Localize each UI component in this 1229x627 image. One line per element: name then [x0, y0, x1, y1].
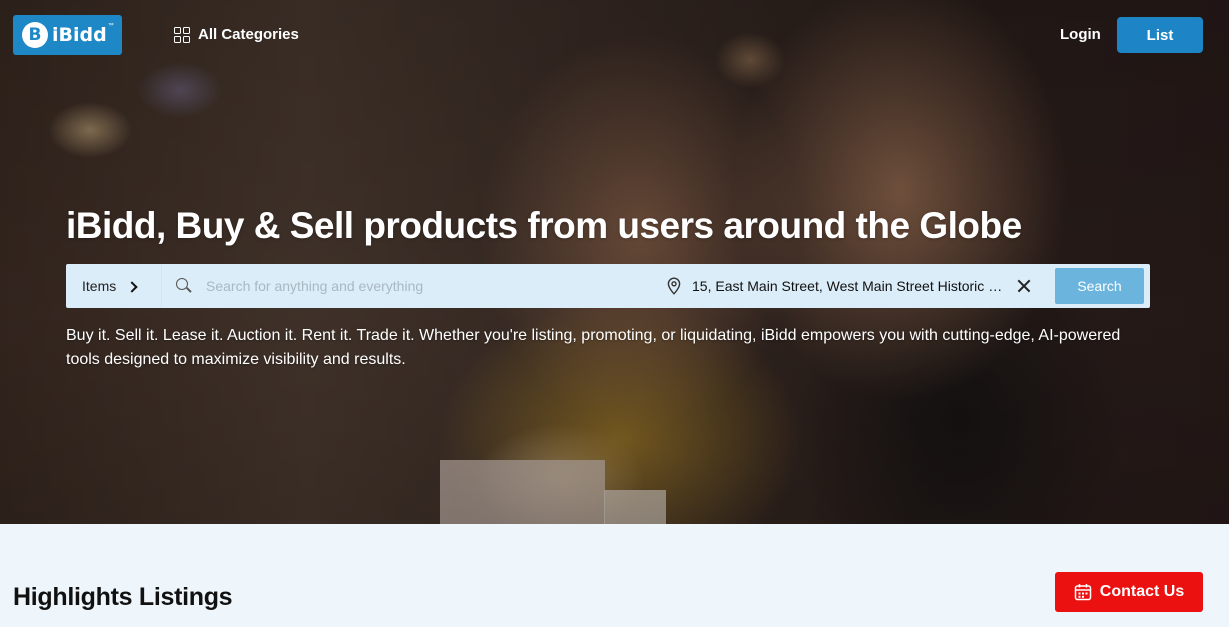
- highlights-listings-title: Highlights Listings: [13, 583, 233, 611]
- location-value: 15, East Main Street, West Main Street H…: [692, 278, 1004, 294]
- search-bar: Items 15, East Main Street, West Main St…: [66, 264, 1150, 308]
- all-categories-button[interactable]: All Categories: [174, 26, 299, 43]
- grid-icon: [174, 26, 190, 43]
- all-categories-label: All Categories: [198, 26, 299, 43]
- hero-overlay: [0, 0, 1229, 524]
- hero-banner: [0, 0, 1229, 524]
- login-link[interactable]: Login: [1060, 26, 1101, 43]
- close-icon[interactable]: [1014, 276, 1034, 296]
- list-button[interactable]: List: [1117, 17, 1203, 53]
- hero-tagline: Buy it. Sell it. Lease it. Auction it. R…: [66, 327, 1121, 368]
- calendar-icon: [1074, 584, 1092, 601]
- contact-us-label: Contact Us: [1099, 583, 1185, 600]
- search-icon: [176, 278, 192, 294]
- search-button[interactable]: Search: [1055, 268, 1144, 304]
- location-pin-icon: [667, 277, 681, 295]
- category-label: Items: [82, 278, 117, 294]
- search-input[interactable]: [206, 278, 646, 294]
- logo-badge-icon: B: [22, 22, 48, 48]
- logo-trademark: ™: [107, 23, 114, 29]
- hero-headline: iBidd, Buy & Sell products from users ar…: [66, 205, 1022, 246]
- chevron-right-icon: [126, 280, 138, 293]
- category-selector[interactable]: Items: [66, 264, 162, 308]
- logo-text: iBidd: [52, 24, 107, 46]
- search-field: [162, 264, 652, 308]
- location-field[interactable]: 15, East Main Street, West Main Street H…: [666, 264, 1051, 308]
- contact-us-button[interactable]: Contact Us: [1055, 572, 1203, 612]
- logo[interactable]: B iBidd ™: [13, 15, 122, 55]
